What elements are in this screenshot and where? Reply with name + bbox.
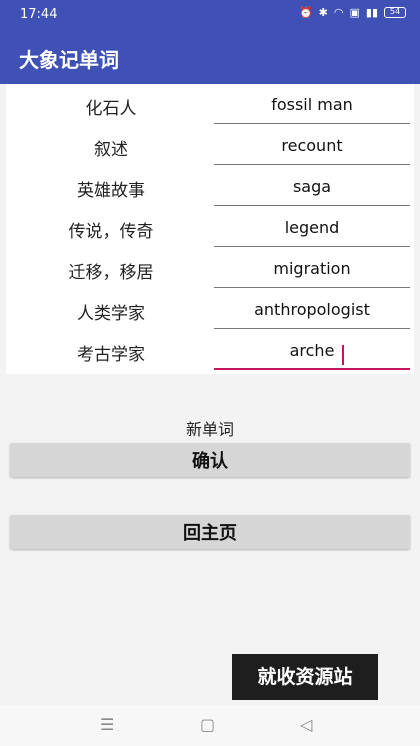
english-field[interactable] xyxy=(214,209,410,247)
text-cursor xyxy=(342,345,344,365)
bluetooth-icon: ✱ xyxy=(318,6,328,19)
word-row: 英雄故事 xyxy=(6,168,414,209)
english-field[interactable] xyxy=(214,86,410,124)
confirm-button[interactable]: 确认 xyxy=(10,443,410,477)
word-row: 迁移，移居 xyxy=(6,250,414,291)
word-row: 化石人 xyxy=(6,86,414,127)
word-row: 考古学家 xyxy=(6,332,414,373)
home-button[interactable]: 回主页 xyxy=(10,515,410,549)
chinese-label: 英雄故事 xyxy=(77,181,145,201)
battery-level: 54 xyxy=(389,7,401,16)
battery-icon: 54 xyxy=(384,7,406,18)
wifi-icon: ◠ xyxy=(333,6,344,19)
alarm-icon: ⏰ xyxy=(298,6,313,19)
hd-icon: ▣ xyxy=(349,6,360,19)
new-word-label: 新单词 xyxy=(185,420,234,439)
watermark-logo: 就收资源站 xyxy=(232,654,378,700)
app-bar: 大象记单词 xyxy=(0,30,420,84)
status-icons: ⏰ ✱ ◠ ▣ ▮▮ 54 xyxy=(299,6,406,19)
chinese-label: 传说，传奇 xyxy=(68,222,154,242)
word-row: 叙述 xyxy=(6,127,414,168)
back-icon[interactable]: ◁ xyxy=(300,715,312,734)
status-bar: 17:44 ⏰ ✱ ◠ ▣ ▮▮ 54 xyxy=(0,0,420,30)
system-nav-bar: ☰ ▢ ◁ xyxy=(0,705,420,746)
chinese-label: 考古学家 xyxy=(77,345,145,365)
word-row: 传说，传奇 xyxy=(6,209,414,250)
word-row: 人类学家 xyxy=(6,291,414,332)
english-field[interactable] xyxy=(214,127,410,165)
home-icon[interactable]: ▢ xyxy=(200,715,215,734)
english-field[interactable] xyxy=(214,291,410,329)
signal-icon: ▮▮ xyxy=(365,6,378,19)
app-title: 大象记单词 xyxy=(19,48,119,72)
chinese-label: 叙述 xyxy=(94,140,128,160)
chinese-label: 化石人 xyxy=(85,99,137,119)
status-time: 17:44 xyxy=(20,7,58,22)
chinese-label: 迁移，移居 xyxy=(68,263,154,283)
english-field-active[interactable] xyxy=(214,332,410,370)
word-list: 化石人 叙述 英雄故事 传说，传奇 迁移，移居 人类学家 考古学家 xyxy=(6,84,414,374)
chinese-label: 人类学家 xyxy=(77,304,145,324)
menu-icon[interactable]: ☰ xyxy=(100,715,114,734)
english-field[interactable] xyxy=(214,168,410,206)
english-field[interactable] xyxy=(214,250,410,288)
